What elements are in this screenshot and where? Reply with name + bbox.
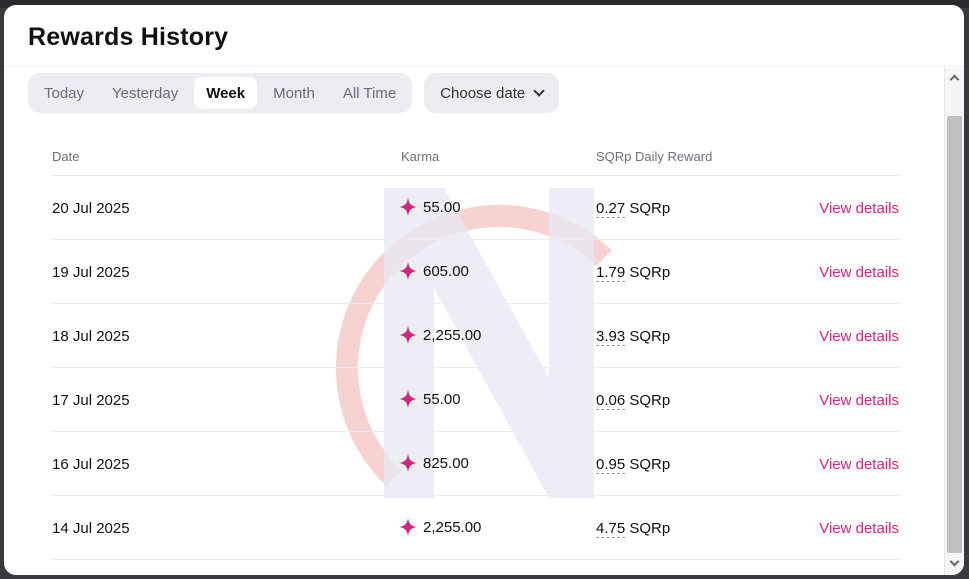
table-row: 20 Jul 2025 55.00 0.27 SQRp View details — [52, 176, 899, 240]
row-karma: 825.00 — [399, 454, 469, 472]
header-karma: Karma — [401, 149, 440, 164]
row-reward-unit: SQRp — [629, 328, 671, 345]
row-reward-unit: SQRp — [629, 392, 671, 409]
table-row: 18 Jul 2025 2,255.00 3.93 SQRp View details — [52, 304, 899, 368]
row-karma: 2,255.00 — [399, 326, 481, 344]
sparkle-icon — [399, 518, 417, 536]
row-date: 19 Jul 2025 — [52, 264, 130, 281]
table-row: 14 Jul 2025 2,255.00 4.75 SQRp View details — [52, 496, 899, 560]
modal-title: Rewards History — [28, 23, 229, 51]
row-reward: 4.75 SQRp — [596, 520, 671, 538]
header-reward: SQRp Daily Reward — [596, 149, 713, 164]
scroll-thumb[interactable] — [947, 116, 962, 553]
view-details-link[interactable]: View details — [819, 392, 899, 409]
period-tab-today[interactable]: Today — [32, 77, 96, 109]
row-karma-value: 2,255.00 — [423, 326, 482, 344]
row-reward-value: 1.79 — [596, 264, 626, 282]
table-row: 19 Jul 2025 605.00 1.79 SQRp View details — [52, 240, 899, 304]
row-reward: 0.27 SQRp — [596, 200, 671, 218]
row-reward: 0.06 SQRp — [596, 392, 671, 410]
period-tab-all-time[interactable]: All Time — [331, 77, 408, 109]
table-row: 16 Jul 2025 825.00 0.95 SQRp View details — [52, 432, 899, 496]
modal-header: Rewards History — [4, 5, 964, 67]
row-date: 16 Jul 2025 — [52, 456, 130, 473]
period-segmented-control: Today Yesterday Week Month All Time — [28, 73, 413, 113]
row-reward-value: 0.27 — [596, 200, 626, 218]
choose-date-label: Choose date — [440, 84, 526, 102]
row-reward-value: 0.95 — [596, 456, 626, 474]
row-reward-unit: SQRp — [629, 520, 671, 537]
modal-content: Today Yesterday Week Month All Time Choo… — [4, 68, 944, 575]
row-karma-value: 55.00 — [423, 390, 461, 408]
row-reward-unit: SQRp — [629, 456, 671, 473]
row-karma-value: 825.00 — [423, 454, 469, 472]
view-details-link[interactable]: View details — [819, 264, 899, 281]
row-reward-value: 0.06 — [596, 392, 626, 410]
row-reward: 0.95 SQRp — [596, 456, 671, 474]
row-reward-unit: SQRp — [629, 200, 671, 217]
row-reward-value: 4.75 — [596, 520, 626, 538]
scroll-down-arrow-icon[interactable] — [949, 556, 960, 567]
row-karma-value: 2,255.00 — [423, 518, 482, 536]
view-details-link[interactable]: View details — [819, 456, 899, 473]
period-tab-week[interactable]: Week — [194, 77, 258, 109]
row-reward-value: 3.93 — [596, 328, 626, 346]
vertical-scrollbar[interactable] — [944, 68, 964, 575]
sparkle-icon — [399, 454, 417, 472]
row-reward: 1.79 SQRp — [596, 264, 671, 282]
sparkle-icon — [399, 262, 417, 280]
row-date: 14 Jul 2025 — [52, 520, 130, 537]
table-header: Date Karma SQRp Daily Reward — [52, 136, 899, 176]
choose-date-button[interactable]: Choose date — [424, 73, 560, 113]
row-reward: 3.93 SQRp — [596, 328, 671, 346]
sparkle-icon — [399, 198, 417, 216]
sparkle-icon — [399, 326, 417, 344]
table-row: 17 Jul 2025 55.00 0.06 SQRp View details — [52, 368, 899, 432]
row-karma: 605.00 — [399, 262, 469, 280]
filter-bar: Today Yesterday Week Month All Time Choo… — [28, 73, 560, 113]
row-karma: 2,255.00 — [399, 518, 481, 536]
sparkle-icon — [399, 390, 417, 408]
row-karma-value: 605.00 — [423, 262, 469, 280]
header-date: Date — [52, 149, 80, 164]
row-date: 20 Jul 2025 — [52, 200, 130, 217]
row-reward-unit: SQRp — [629, 264, 671, 281]
row-karma-value: 55.00 — [423, 198, 461, 216]
row-date: 17 Jul 2025 — [52, 392, 130, 409]
chevron-down-icon — [533, 85, 545, 97]
period-tab-month[interactable]: Month — [261, 77, 327, 109]
rewards-table: Date Karma SQRp Daily Reward 20 Jul 2025… — [52, 136, 899, 560]
rewards-history-modal: Rewards History Today Yesterday Week Mon… — [4, 5, 964, 575]
row-karma: 55.00 — [399, 198, 461, 216]
row-karma: 55.00 — [399, 390, 461, 408]
scroll-up-arrow-icon[interactable] — [949, 74, 960, 85]
view-details-link[interactable]: View details — [819, 200, 899, 217]
row-date: 18 Jul 2025 — [52, 328, 130, 345]
view-details-link[interactable]: View details — [819, 328, 899, 345]
period-tab-yesterday[interactable]: Yesterday — [100, 77, 190, 109]
view-details-link[interactable]: View details — [819, 520, 899, 537]
